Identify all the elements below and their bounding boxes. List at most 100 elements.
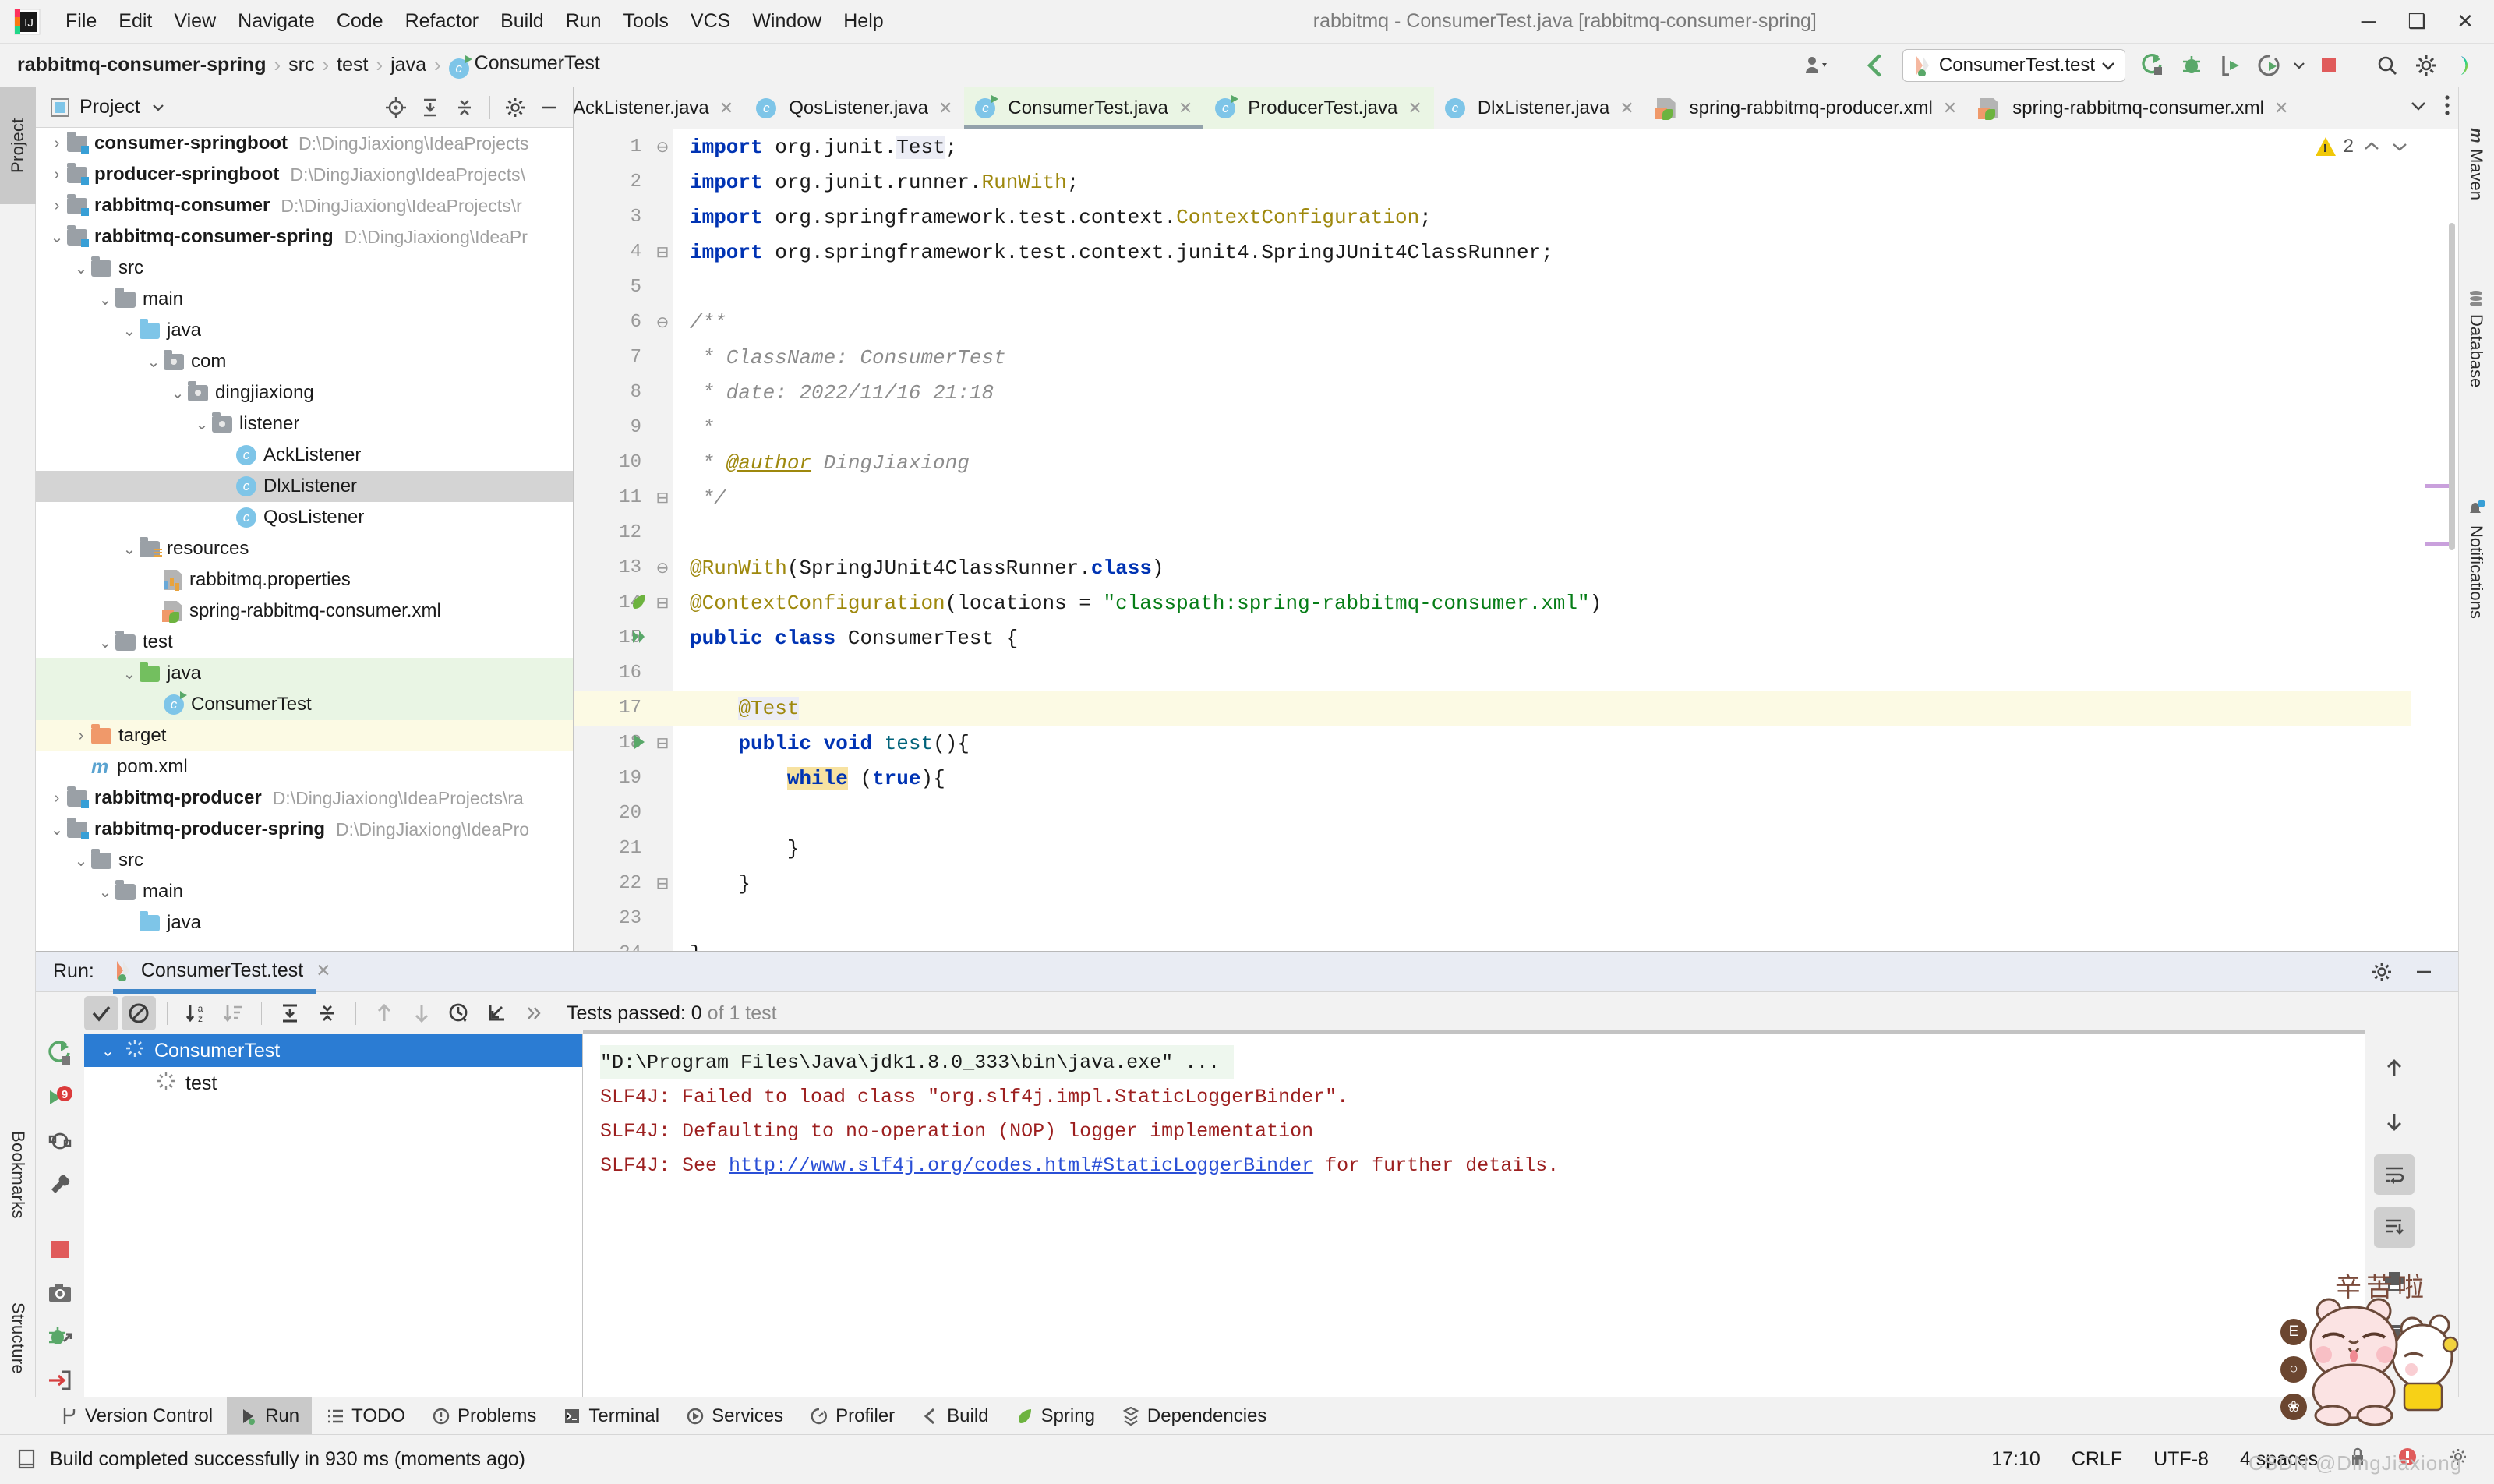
rerun-failed-icon[interactable]: 9 [43,1081,77,1114]
show-ignored-icon[interactable] [122,996,156,1030]
tree-row[interactable]: c DlxListener [36,471,573,502]
gutter-line[interactable]: 22 [574,866,652,901]
menu-item-file[interactable]: File [55,7,108,36]
code-line[interactable]: * [673,410,2411,445]
fold-marker[interactable]: ⊟ [652,480,673,515]
fold-marker[interactable] [652,340,673,375]
run-with-coverage-icon[interactable] [2213,48,2248,83]
close-icon[interactable]: ✕ [719,98,733,118]
show-passed-icon[interactable] [84,996,118,1030]
code-line[interactable]: */ [673,480,2411,515]
editor-gutter[interactable]: 123456789101112131415161718192021222324 [574,129,652,951]
fold-marker[interactable]: ⊖ [652,305,673,340]
breadcrumb-item-rabbitmq-consumer-spring[interactable]: rabbitmq-consumer-spring [17,54,266,76]
close-icon[interactable]: ✕ [316,960,330,981]
menu-item-code[interactable]: Code [326,7,394,36]
editor-tab-spring-rabbitmq-consumer-xml[interactable]: spring-rabbitmq-consumer.xml ✕ [1969,87,2300,129]
fold-marker[interactable] [652,270,673,305]
chevron-down-icon[interactable]: ⌄ [47,228,67,247]
profile-icon[interactable] [2252,48,2287,83]
bottom-tab-problems[interactable]: Problems [419,1397,549,1435]
gutter-line[interactable]: 10 [574,445,652,480]
gutter-line[interactable]: 7 [574,340,652,375]
fold-marker[interactable] [652,831,673,866]
fold-marker[interactable] [652,796,673,831]
fold-marker[interactable]: ⊖ [652,129,673,164]
fold-marker[interactable]: ⊟ [652,726,673,761]
chevron-down-icon[interactable]: ⌄ [95,633,115,652]
bottom-tab-services[interactable]: Services [673,1397,796,1435]
editor-tab-spring-rabbitmq-producer-xml[interactable]: spring-rabbitmq-producer.xml ✕ [1646,87,1969,129]
left-tool-stripe[interactable]: Project Bookmarks Structure [0,87,36,1397]
fold-marker[interactable]: ⊖ [652,550,673,585]
search-everywhere-icon[interactable] [2369,48,2405,83]
code-line[interactable]: } [673,936,2411,952]
user-profile-icon[interactable] [1799,48,1835,83]
run-settings-icon[interactable] [2366,956,2397,988]
sidebar-item-structure[interactable]: Structure [0,1264,36,1412]
close-icon[interactable]: ✕ [938,98,952,118]
chevron-down-icon[interactable]: ⌄ [71,259,91,278]
bottom-tab-build[interactable]: Build [909,1397,1001,1435]
gutter-line[interactable]: 19 [574,761,652,796]
code-line[interactable]: import org.springframework.test.context.… [673,200,2411,235]
code-line[interactable]: * @author DingJiaxiong [673,445,2411,480]
tree-row[interactable]: ⌄ listener [36,408,573,440]
settings-icon[interactable] [2408,48,2444,83]
close-icon[interactable]: ✕ [1178,98,1192,118]
bottom-tab-dependencies[interactable]: Dependencies [1109,1397,1279,1435]
bottom-tab-profiler[interactable]: Profiler [797,1397,907,1435]
tree-row[interactable]: ⌄ resources [36,533,573,564]
clear-all-icon[interactable] [2374,1313,2415,1354]
prev-failed-icon[interactable] [367,996,401,1030]
gutter-line[interactable]: 2 [574,164,652,200]
code-line[interactable] [673,901,2411,936]
code-line[interactable]: /** [673,305,2411,340]
tree-row[interactable]: ⌄ java [36,658,573,689]
breadcrumb-item-consumertest[interactable]: c ConsumerTest [448,52,600,79]
status-bar-right[interactable]: 17:10 CRLF UTF-8 4 spaces [1991,1447,2468,1472]
soft-wrap-icon[interactable] [2373,1154,2415,1195]
next-failed-icon[interactable] [404,996,439,1030]
chevron-down-icon[interactable]: ⌄ [119,539,140,559]
print-icon[interactable] [2374,1260,2415,1301]
chevron-down-icon[interactable]: ⌄ [119,664,140,684]
gutter-line[interactable]: 17 [574,691,652,726]
tree-row[interactable]: c AckListener [36,440,573,471]
gutter-line[interactable]: 3 [574,200,652,235]
tree-row[interactable]: › consumer-springboot D:\DingJiaxiong\Idea… [36,128,573,159]
chevron-down-icon[interactable]: ⌄ [192,415,212,434]
menu-item-run[interactable]: Run [555,7,613,36]
import-tests-icon[interactable] [479,996,514,1030]
gutter-line[interactable]: 21 [574,831,652,866]
tree-row[interactable]: ⌄ src [36,253,573,284]
gutter-line[interactable]: 24 [574,936,652,951]
ide-assistant-icon[interactable] [2447,48,2483,83]
tree-row[interactable]: ⌄ com [36,346,573,377]
run-all-icon[interactable] [630,627,648,652]
chevron-right-icon[interactable]: › [47,166,67,184]
tree-row[interactable]: › rabbitmq-producer D:\DingJiaxiong\IdeaPr… [36,783,573,814]
chevron-right-icon[interactable]: › [47,790,67,807]
gutter-line[interactable]: 16 [574,655,652,691]
code-line[interactable]: public void test(){ [673,726,2411,761]
tree-row[interactable]: ⌄ test [36,627,573,658]
tree-row[interactable]: ⌄ main [36,876,573,907]
gutter-line[interactable]: 9 [574,410,652,445]
project-tree[interactable]: › consumer-springboot D:\DingJiaxiong\Idea… [36,128,573,951]
run-icon[interactable] [2135,48,2171,83]
gutter-line[interactable]: 11 [574,480,652,515]
code-line[interactable] [673,515,2411,550]
fold-marker[interactable] [652,375,673,410]
scroll-up-icon[interactable] [2374,1048,2415,1089]
gutter-line[interactable]: 4 [574,235,652,270]
chevron-down-icon[interactable]: ⌄ [95,290,115,309]
close-icon[interactable]: ✕ [2274,98,2288,118]
more-icon[interactable] [517,996,551,1030]
fold-marker[interactable] [652,936,673,951]
tree-row[interactable]: c QosListener [36,502,573,533]
export-icon[interactable] [43,1364,77,1397]
chevron-down-icon[interactable]: ⌄ [47,820,67,839]
editor-tab-producertest-java[interactable]: c ProducerTest.java ✕ [1204,87,1434,129]
fold-marker[interactable] [652,655,673,691]
